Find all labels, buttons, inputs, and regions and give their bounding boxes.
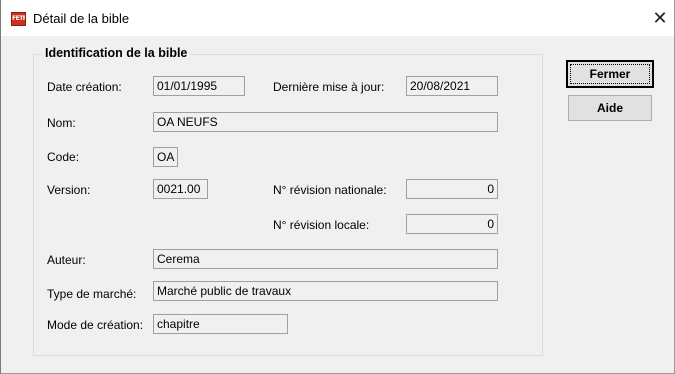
aide-button-label: Aide [596, 101, 623, 115]
close-icon[interactable]: ✕ [648, 9, 672, 29]
groupbox-title: Identification de la bible [43, 46, 190, 60]
type-de-marche-label: Type de marché: [47, 287, 137, 301]
revision-locale-field[interactable]: 0 [406, 214, 498, 234]
focus-ring [570, 64, 650, 84]
version-label: Version: [47, 183, 91, 197]
mode-de-creation-field[interactable]: chapitre [153, 314, 288, 334]
aide-button[interactable]: Aide [568, 95, 652, 121]
version-field[interactable]: 0021.00 [153, 179, 208, 199]
derniere-mise-a-jour-label: Dernière mise à jour: [273, 80, 385, 94]
code-field[interactable]: OA [153, 147, 178, 167]
code-label: Code: [47, 150, 80, 164]
fermer-button[interactable]: Fermer [566, 60, 654, 88]
window-title: Détail de la bible [33, 11, 130, 26]
date-creation-field[interactable]: 01/01/1995 [153, 76, 245, 96]
identification-groupbox [33, 54, 543, 356]
revision-nationale-field[interactable]: 0 [406, 179, 498, 199]
auteur-label: Auteur: [47, 253, 86, 267]
dialog-window: FETRA Détail de la bible ✕ Identificatio… [0, 0, 675, 374]
revision-nationale-label: N° révision nationale: [273, 183, 387, 197]
title-bar: FETRA Détail de la bible ✕ [1, 0, 674, 36]
date-creation-label: Date création: [47, 80, 122, 94]
derniere-mise-a-jour-field[interactable]: 20/08/2021 [406, 76, 498, 96]
nom-field[interactable]: OA NEUFS [153, 112, 498, 132]
mode-de-creation-label: Mode de création: [47, 318, 144, 332]
nom-label: Nom: [47, 116, 76, 130]
type-de-marche-field[interactable]: Marché public de travaux [153, 281, 498, 301]
revision-locale-label: N° révision locale: [273, 218, 370, 232]
auteur-field[interactable]: Cerema [153, 249, 498, 269]
app-icon: FETRA [11, 12, 26, 26]
